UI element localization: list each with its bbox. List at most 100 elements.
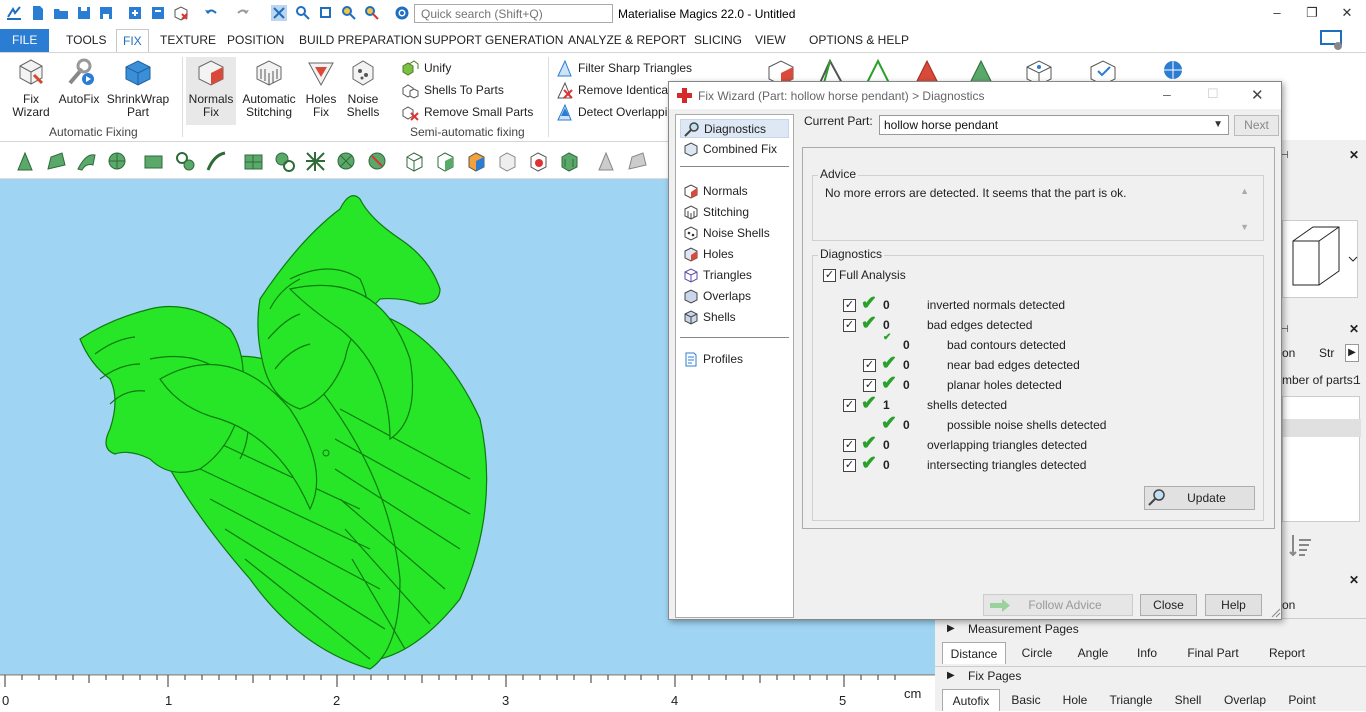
- cube-grid-icon[interactable]: [559, 151, 580, 172]
- tab-basic[interactable]: Basic: [1006, 689, 1046, 711]
- view-cube[interactable]: [1282, 220, 1358, 298]
- fix-pages-expand-icon[interactable]: ▶: [947, 670, 955, 681]
- measurement-expand-icon[interactable]: ▶: [947, 623, 955, 634]
- lasso-select-icon[interactable]: [175, 151, 196, 172]
- nav-normals[interactable]: Normals: [680, 182, 789, 201]
- shells-checkbox[interactable]: ✓: [843, 399, 856, 412]
- menu-analyze-report[interactable]: ANALYZE & REPORT: [562, 29, 692, 52]
- close-panel-icon[interactable]: ✕: [1349, 148, 1359, 162]
- undo-icon[interactable]: [203, 5, 219, 21]
- menu-fix[interactable]: FIX: [116, 29, 149, 52]
- triangle-select-icon[interactable]: [15, 151, 36, 172]
- tab-angle[interactable]: Angle: [1068, 642, 1118, 664]
- menu-texture[interactable]: TEXTURE: [154, 29, 222, 52]
- tab-circle[interactable]: Circle: [1013, 642, 1061, 664]
- nav-shells[interactable]: Shells: [680, 308, 789, 327]
- menu-file[interactable]: FILE: [0, 29, 50, 52]
- nav-diagnostics[interactable]: Diagnostics: [680, 119, 789, 138]
- tab-triangle[interactable]: Triangle: [1105, 689, 1157, 711]
- inverted-normals-checkbox[interactable]: ✓: [843, 299, 856, 312]
- expand-marking-icon[interactable]: [305, 151, 326, 172]
- nav-overlaps[interactable]: Overlaps: [680, 287, 789, 306]
- close-part-icon[interactable]: [173, 5, 189, 21]
- menu-build-preparation[interactable]: BUILD PREPARATION: [293, 29, 428, 52]
- part-list-tab-fragment[interactable]: Str: [1319, 346, 1334, 360]
- dialog-title-bar[interactable]: Fix Wizard (Part: hollow horse pendant) …: [669, 82, 1281, 109]
- plane-select-icon[interactable]: [46, 151, 67, 172]
- parts-list[interactable]: [1282, 396, 1361, 522]
- nav-stitching[interactable]: Stitching: [680, 203, 789, 222]
- scroll-down-icon[interactable]: ▼: [1240, 222, 1249, 232]
- tab-shell[interactable]: Shell: [1166, 689, 1210, 711]
- fix-wizard-button[interactable]: Fix Wizard: [8, 57, 54, 119]
- box-select-icon[interactable]: [143, 151, 164, 172]
- unify-button[interactable]: Unify: [402, 58, 451, 78]
- cube-face-icon[interactable]: [435, 151, 456, 172]
- plane-pointer-icon[interactable]: [627, 151, 648, 172]
- zoom-part-icon[interactable]: [318, 5, 334, 21]
- cube-transparent-icon[interactable]: [497, 151, 518, 172]
- select-mode-icon[interactable]: [271, 5, 287, 21]
- quick-search-input[interactable]: [414, 4, 613, 23]
- close-panel-icon[interactable]: ✕: [1349, 322, 1359, 336]
- settings-icon[interactable]: [394, 5, 410, 21]
- zoom-all-icon[interactable]: [295, 5, 311, 21]
- save-part-icon[interactable]: [150, 5, 166, 21]
- save-icon[interactable]: [76, 5, 92, 21]
- current-part-select[interactable]: hollow horse pendant ▼: [879, 115, 1229, 135]
- grid-select-icon[interactable]: [243, 151, 264, 172]
- mark-contour-icon[interactable]: [336, 151, 357, 172]
- tab-info[interactable]: Info: [1125, 642, 1169, 664]
- tab-hole[interactable]: Hole: [1055, 689, 1095, 711]
- pointer-icon[interactable]: [596, 151, 617, 172]
- menu-view[interactable]: VIEW: [749, 29, 792, 52]
- tab-report[interactable]: Report: [1257, 642, 1317, 664]
- brush-select-icon[interactable]: [206, 151, 227, 172]
- planar-holes-checkbox[interactable]: ✓: [863, 379, 876, 392]
- nav-triangles[interactable]: Triangles: [680, 266, 789, 285]
- mark-shell-icon[interactable]: [274, 151, 295, 172]
- cube-marked-icon[interactable]: [528, 151, 549, 172]
- help-button[interactable]: Help: [1205, 594, 1262, 616]
- normals-fix-button[interactable]: Normals Fix: [186, 57, 236, 125]
- import-part-icon[interactable]: [127, 5, 143, 21]
- close-panel-icon[interactable]: ✕: [1349, 573, 1359, 587]
- filter-sharp-triangles-button[interactable]: Filter Sharp Triangles: [556, 58, 692, 78]
- resize-grip-icon[interactable]: [1269, 606, 1281, 618]
- advice-textbox[interactable]: No more errors are detected. It seems th…: [815, 182, 1261, 238]
- remove-small-parts-button[interactable]: Remove Small Parts: [402, 102, 533, 122]
- full-analysis-checkbox[interactable]: ✓: [823, 269, 836, 282]
- menu-slicing[interactable]: SLICING: [688, 29, 748, 52]
- automatic-stitching-button[interactable]: Automatic Stitching: [240, 57, 298, 119]
- menu-position[interactable]: POSITION: [221, 29, 290, 52]
- overlapping-triangles-checkbox[interactable]: ✓: [843, 439, 856, 452]
- near-bad-edges-checkbox[interactable]: ✓: [863, 359, 876, 372]
- follow-advice-button[interactable]: Follow Advice: [983, 594, 1133, 616]
- cube-color-icon[interactable]: [466, 151, 487, 172]
- noise-shells-button[interactable]: Noise Shells: [344, 57, 382, 119]
- maximize-button[interactable]: ❐: [1302, 5, 1322, 21]
- autofix-button[interactable]: AutoFix: [57, 57, 101, 106]
- menu-support-generation[interactable]: SUPPORT GENERATION: [418, 29, 569, 52]
- sort-list-icon[interactable]: [1288, 532, 1314, 558]
- minimize-button[interactable]: –: [1267, 5, 1287, 20]
- help-monitor-icon[interactable]: [1320, 29, 1344, 51]
- new-file-icon[interactable]: [30, 5, 46, 21]
- tab-overlap[interactable]: Overlap: [1217, 689, 1273, 711]
- intersecting-triangles-checkbox[interactable]: ✓: [843, 459, 856, 472]
- bad-edges-checkbox[interactable]: ✓: [843, 319, 856, 332]
- save-as-icon[interactable]: [98, 5, 114, 21]
- nav-combined-fix[interactable]: Combined Fix: [680, 140, 789, 159]
- nav-profiles[interactable]: Profiles: [680, 350, 789, 369]
- redo-icon[interactable]: [235, 5, 251, 21]
- nav-noise-shells[interactable]: Noise Shells: [680, 224, 789, 243]
- holes-fix-button[interactable]: Holes Fix: [302, 57, 340, 119]
- panel-tab-fragment[interactable]: on: [1282, 598, 1295, 612]
- menu-tools[interactable]: TOOLS: [60, 29, 112, 52]
- tab-point[interactable]: Point: [1281, 689, 1323, 711]
- tab-autofix[interactable]: Autofix: [942, 689, 1000, 711]
- menu-options-help[interactable]: OPTIONS & HELP: [803, 29, 915, 52]
- tab-distance[interactable]: Distance: [942, 642, 1006, 664]
- open-folder-icon[interactable]: [53, 5, 69, 21]
- app-logo-icon[interactable]: [6, 5, 22, 21]
